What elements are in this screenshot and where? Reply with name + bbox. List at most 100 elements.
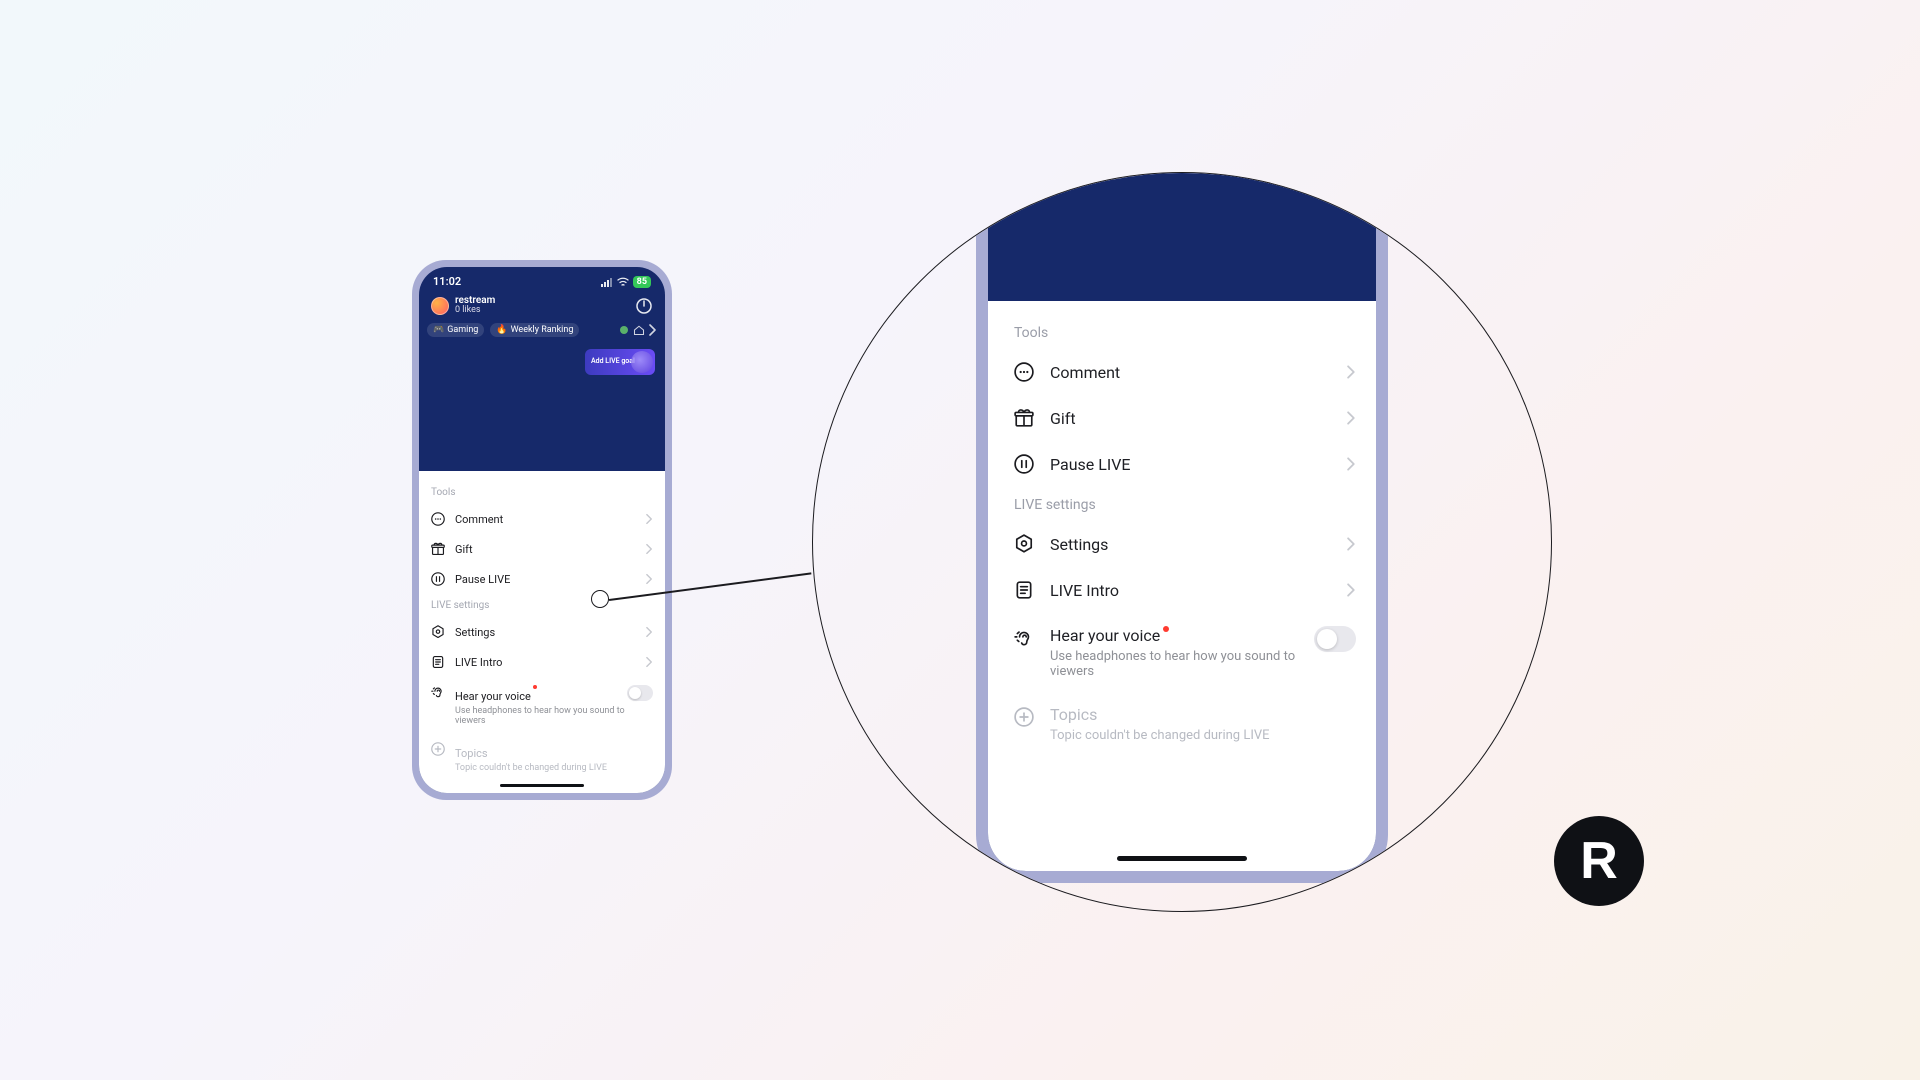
plus-circle-icon bbox=[431, 742, 445, 756]
new-indicator-dot bbox=[1163, 626, 1169, 632]
gift-icon bbox=[431, 542, 445, 556]
row-label: Hear your voice bbox=[1050, 626, 1160, 645]
settings-sheet-small: Tools Comment Gift bbox=[419, 471, 665, 793]
add-live-goal-button[interactable]: Add LIVE goal bbox=[585, 349, 655, 375]
row-label: Comment bbox=[1050, 363, 1120, 382]
swirl-icon bbox=[631, 351, 653, 373]
row-label: Pause LIVE bbox=[455, 573, 510, 586]
row-subtitle: Use headphones to hear how you sound to … bbox=[1050, 649, 1314, 679]
phone-screen-large: Tools Comment Gift bbox=[988, 172, 1376, 871]
new-indicator-dot bbox=[533, 685, 537, 689]
live-settings-section-title: LIVE settings bbox=[431, 600, 653, 611]
gear-icon bbox=[431, 625, 445, 639]
row-label: Pause LIVE bbox=[1050, 455, 1131, 474]
row-label: Topics bbox=[455, 747, 488, 760]
wifi-icon bbox=[617, 277, 629, 287]
row-subtitle: Use headphones to hear how you sound to … bbox=[455, 706, 627, 726]
pause-icon bbox=[431, 572, 445, 586]
row-label: Topics bbox=[1050, 705, 1097, 724]
document-icon bbox=[1014, 580, 1034, 600]
status-time: 11:02 bbox=[433, 275, 461, 288]
row-subtitle: Topic couldn't be changed during LIVE bbox=[455, 763, 607, 773]
illustration-canvas: 11:02 85 restream 0 likes bbox=[232, 132, 1688, 948]
gear-icon bbox=[1014, 534, 1034, 554]
row-label: LIVE Intro bbox=[1050, 581, 1119, 600]
power-icon[interactable] bbox=[635, 297, 653, 315]
hear-voice-toggle[interactable] bbox=[627, 685, 653, 701]
home-icon bbox=[633, 324, 645, 336]
tools-gift-row[interactable]: Gift bbox=[1014, 395, 1356, 441]
home-indicator bbox=[500, 784, 584, 787]
battery-indicator: 85 bbox=[633, 276, 651, 288]
rose-icon bbox=[619, 325, 629, 335]
chips-row: 🎮 Gaming 🔥 Weekly Ranking bbox=[419, 319, 665, 341]
live-goal-label: Add LIVE goal bbox=[591, 358, 635, 366]
chip-label: Weekly Ranking bbox=[511, 325, 574, 335]
cellular-icon bbox=[601, 277, 613, 287]
status-bar: 11:02 85 bbox=[419, 267, 665, 292]
tools-pause-row[interactable]: Pause LIVE bbox=[431, 564, 653, 594]
phone-frame-small: 11:02 85 restream 0 likes bbox=[412, 260, 672, 800]
header-mini-icons[interactable] bbox=[619, 324, 657, 336]
row-label: Gift bbox=[1050, 409, 1076, 428]
gaming-chip[interactable]: 🎮 Gaming bbox=[427, 323, 484, 337]
settings-topics-row: Topics Topic couldn't be changed during … bbox=[431, 734, 653, 781]
likes-label: 0 likes bbox=[455, 306, 495, 315]
row-label: Hear your voice bbox=[455, 690, 531, 703]
row-label: Comment bbox=[455, 513, 503, 526]
restream-logo-badge: R bbox=[1554, 816, 1644, 906]
chevron-right-icon bbox=[646, 543, 653, 555]
settings-sheet-large: Tools Comment Gift bbox=[988, 301, 1376, 871]
comment-icon bbox=[1014, 362, 1034, 382]
tools-section-title: Tools bbox=[1014, 325, 1356, 341]
controller-icon: 🎮 bbox=[433, 325, 444, 335]
callout-connector-anchor bbox=[591, 590, 609, 608]
tools-comment-row[interactable]: Comment bbox=[431, 504, 653, 534]
fire-icon: 🔥 bbox=[496, 325, 507, 335]
ranking-chip[interactable]: 🔥 Weekly Ranking bbox=[490, 323, 579, 337]
logo-letter: R bbox=[1580, 831, 1618, 891]
row-label: Settings bbox=[455, 626, 495, 639]
chevron-right-icon bbox=[646, 573, 653, 585]
tools-gift-row[interactable]: Gift bbox=[431, 534, 653, 564]
chevron-right-icon bbox=[649, 324, 657, 336]
settings-hear-voice-row[interactable]: Hear your voice Use headphones to hear h… bbox=[1014, 613, 1356, 692]
gift-icon bbox=[1014, 408, 1034, 428]
settings-intro-row[interactable]: LIVE Intro bbox=[1014, 567, 1356, 613]
tools-pause-row[interactable]: Pause LIVE bbox=[1014, 441, 1356, 487]
phone-frame-large: Tools Comment Gift bbox=[976, 172, 1388, 883]
tools-comment-row[interactable]: Comment bbox=[1014, 349, 1356, 395]
pause-icon bbox=[1014, 454, 1034, 474]
chevron-right-icon bbox=[646, 656, 653, 668]
hear-voice-toggle[interactable] bbox=[1314, 626, 1356, 652]
avatar bbox=[431, 297, 449, 315]
chevron-right-icon bbox=[1347, 457, 1356, 471]
settings-general-row[interactable]: Settings bbox=[1014, 521, 1356, 567]
ear-icon bbox=[1014, 628, 1034, 648]
row-label: Gift bbox=[455, 543, 473, 556]
chevron-right-icon bbox=[646, 626, 653, 638]
profile-block[interactable]: restream 0 likes bbox=[431, 296, 495, 315]
row-label: Settings bbox=[1050, 535, 1108, 554]
row-subtitle: Topic couldn't be changed during LIVE bbox=[1050, 728, 1270, 743]
tools-section-title: Tools bbox=[431, 487, 653, 498]
settings-general-row[interactable]: Settings bbox=[431, 617, 653, 647]
phone-screen-small: 11:02 85 restream 0 likes bbox=[419, 267, 665, 793]
comment-icon bbox=[431, 512, 445, 526]
row-label: LIVE Intro bbox=[455, 656, 502, 669]
settings-topics-row: Topics Topic couldn't be changed during … bbox=[1014, 692, 1356, 756]
chevron-right-icon bbox=[646, 513, 653, 525]
chip-label: Gaming bbox=[447, 325, 478, 335]
live-settings-section-title: LIVE settings bbox=[1014, 497, 1356, 513]
chevron-right-icon bbox=[1347, 365, 1356, 379]
document-icon bbox=[431, 655, 445, 669]
ear-icon bbox=[431, 685, 445, 699]
zoom-circle: Tools Comment Gift bbox=[812, 172, 1552, 912]
settings-intro-row[interactable]: LIVE Intro bbox=[431, 647, 653, 677]
settings-hear-voice-row[interactable]: Hear your voice Use headphones to hear h… bbox=[431, 677, 653, 734]
home-indicator bbox=[1117, 856, 1247, 861]
chevron-right-icon bbox=[1347, 537, 1356, 551]
chevron-right-icon bbox=[1347, 583, 1356, 597]
stream-header: restream 0 likes bbox=[419, 292, 665, 319]
plus-circle-icon bbox=[1014, 707, 1034, 727]
